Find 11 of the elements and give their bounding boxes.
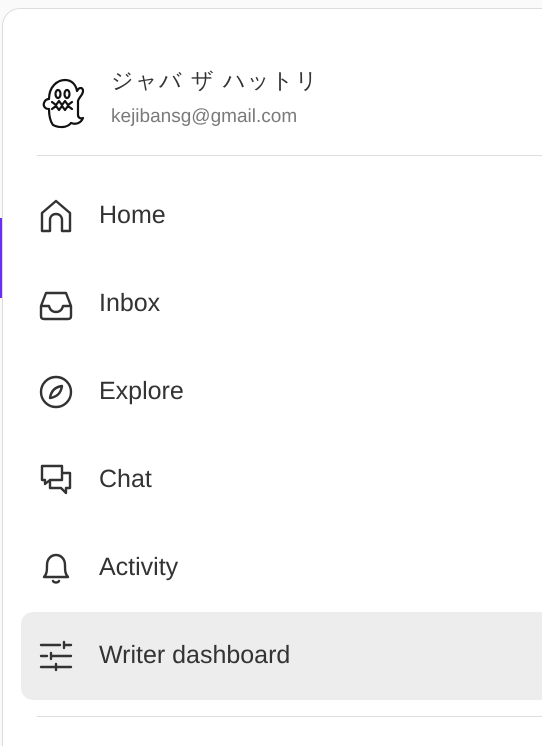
menu-item[interactable]: Writer dashboard [21,612,542,700]
profile-email: kejibansg@gmail.com [111,104,298,129]
profile-name: ジャバ ザ ハットリ [111,68,319,95]
menu-item[interactable]: Activity [21,524,542,612]
sliders-icon [38,638,74,674]
home-icon [38,198,74,234]
menu-item[interactable]: Home [21,172,542,260]
menu-item[interactable]: Inbox [21,260,542,348]
menu-item[interactable]: Chat [21,436,542,524]
compass-icon [38,374,74,410]
menu-item[interactable]: Explore [21,348,542,436]
